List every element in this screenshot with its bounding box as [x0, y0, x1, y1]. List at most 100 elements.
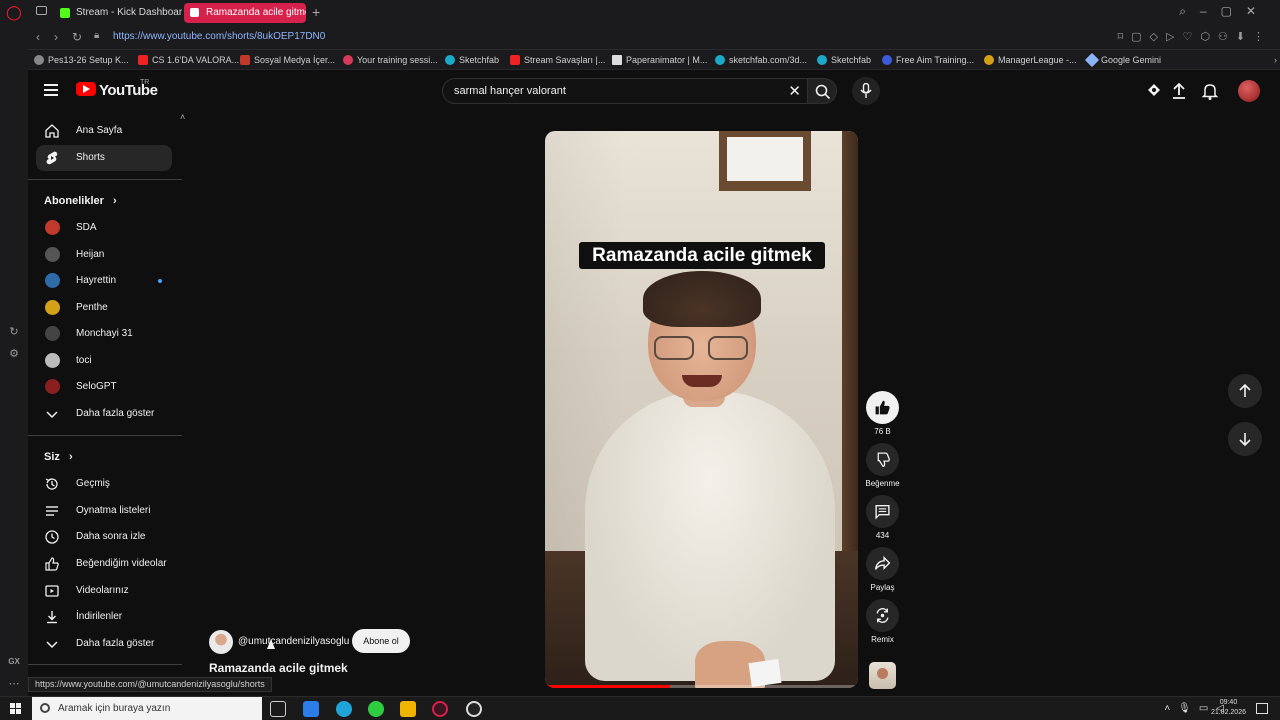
dislike-label: Beğenme: [865, 479, 900, 488]
chevron-right-icon: ›: [68, 451, 73, 463]
channel-handle[interactable]: @umutcandenizilyasoglu: [238, 636, 349, 647]
bookmark-item[interactable]: Paperanimator | M...: [612, 53, 707, 67]
next-short-button[interactable]: [1228, 422, 1262, 456]
remix-icon: [876, 608, 889, 623]
channel-avatar: [45, 273, 60, 288]
sketchfab-icon: [817, 55, 827, 65]
opera-gx-icon[interactable]: [432, 701, 448, 717]
bookmarks-overflow-icon[interactable]: ›: [1260, 53, 1277, 67]
reload-icon[interactable]: ↻: [72, 30, 82, 44]
voice-search-button[interactable]: [852, 77, 880, 105]
sidebar-show-more-you[interactable]: Daha fazla göster: [36, 631, 172, 657]
create-icon[interactable]: [1144, 81, 1164, 101]
remix-button[interactable]: [866, 599, 899, 632]
edge-icon[interactable]: [336, 701, 352, 717]
account-avatar[interactable]: [1238, 80, 1260, 102]
bookmark-item[interactable]: Sketchfab: [445, 53, 499, 67]
clock[interactable]: 09:40 21.02.2026: [1211, 698, 1246, 718]
dislike-button[interactable]: [866, 443, 899, 476]
bookmark-item[interactable]: Pes13-26 Setup K...: [34, 53, 129, 67]
sidebar-item-subscription[interactable]: Monchayi 31: [36, 321, 172, 347]
shorts-video-player[interactable]: Ramazanda acile gitmek: [545, 131, 858, 688]
sidebar-item-subscription[interactable]: SeloGPT: [36, 374, 172, 400]
sidebar-item-your-videos[interactable]: Videolarınız: [36, 578, 172, 604]
bookmark-item[interactable]: Stream Savaşları |...: [510, 53, 605, 67]
channel-avatar: [45, 326, 60, 341]
notifications-center-icon[interactable]: [1256, 703, 1268, 714]
sidebar-item-subscription[interactable]: Heijan: [36, 242, 172, 268]
bookmark-item[interactable]: Sketchfab: [817, 53, 871, 67]
opera-logo-icon[interactable]: ◯: [6, 4, 22, 20]
extensions-rail-icon[interactable]: ⚙: [6, 346, 22, 362]
bookmark-item[interactable]: Sosyal Medya İçer...: [240, 53, 335, 67]
sidebar-item-subscription[interactable]: SDA: [36, 215, 172, 241]
clear-search-icon[interactable]: ✕: [788, 82, 801, 100]
sidebar-item-subscription[interactable]: Penthe: [36, 295, 172, 321]
subscribe-button[interactable]: Abone ol: [352, 629, 410, 653]
previous-short-button[interactable]: [1228, 374, 1262, 408]
sidebar-item-subscription[interactable]: toci: [36, 348, 172, 374]
sidebar-item-home[interactable]: Ana Sayfa: [36, 118, 172, 144]
clock-icon: [45, 530, 59, 544]
comments-button[interactable]: [866, 495, 899, 528]
comments-action[interactable]: 434: [866, 495, 899, 540]
dislike-action[interactable]: Beğenme: [865, 443, 900, 488]
workspaces-icon[interactable]: [36, 6, 47, 15]
menu-icon[interactable]: [44, 84, 58, 96]
sidebar-item-downloads[interactable]: İndirilenler: [36, 604, 172, 630]
bookmark-item[interactable]: Google Gemini: [1084, 52, 1161, 68]
bookmark-item[interactable]: CS 1.6'DA VALORA...: [138, 53, 239, 67]
comment-count: 434: [875, 531, 890, 540]
history-rail-icon[interactable]: ↻: [6, 324, 22, 340]
more-rail-icon[interactable]: ⋯: [6, 676, 22, 692]
window-controls[interactable]: ⌕–▢✕: [1179, 4, 1270, 19]
sidebar-item-history[interactable]: Geçmiş: [36, 471, 172, 497]
tab-youtube-short[interactable]: Ramazanda acile gitme: [184, 3, 306, 23]
share-action[interactable]: Paylaş: [866, 547, 899, 592]
sidebar-item-liked-videos[interactable]: Beğendiğim videolar: [36, 551, 172, 577]
notifications-icon[interactable]: [1200, 81, 1220, 101]
sidebar-collapse-icon[interactable]: ˄: [180, 112, 185, 122]
new-tab-button[interactable]: +: [312, 4, 320, 20]
arrow-up-icon: [1239, 384, 1251, 397]
bookmark-item[interactable]: Free Aim Training...: [882, 53, 974, 67]
taskbar-search-input[interactable]: Aramak için buraya yazın: [32, 697, 262, 720]
search-button[interactable]: [807, 78, 837, 104]
video-progress-bar[interactable]: [545, 685, 858, 688]
forward-icon[interactable]: ›: [54, 30, 58, 44]
mic-icon: [860, 83, 872, 98]
bookmark-item[interactable]: sketchfab.com/3d...: [715, 53, 807, 67]
sidebar-item-watch-later[interactable]: Daha sonra izle: [36, 524, 172, 550]
bookmark-item[interactable]: ManagerLeague -...: [984, 53, 1077, 67]
store-icon[interactable]: [400, 701, 416, 717]
youtube-logo-icon[interactable]: [76, 82, 96, 96]
bookmark-item[interactable]: Your training sessi...: [343, 53, 438, 67]
app-icon[interactable]: [466, 701, 482, 717]
share-button[interactable]: [866, 547, 899, 580]
you-heading[interactable]: Siz ›: [44, 451, 73, 463]
url-field[interactable]: https://www.youtube.com/shorts/8ukOEP17D…: [113, 31, 325, 42]
sidebar-show-more[interactable]: Daha fazla göster: [36, 401, 172, 427]
app-icon[interactable]: [303, 701, 319, 717]
search-input[interactable]: sarmal hançer valorant ✕: [442, 78, 808, 104]
remix-action[interactable]: Remix: [866, 599, 899, 644]
task-view-icon[interactable]: [270, 701, 286, 717]
like-button[interactable]: [866, 391, 899, 424]
sidebar-item-playlists[interactable]: Oynatma listeleri: [36, 498, 172, 524]
status-bar-url: https://www.youtube.com/@umutcandenizily…: [28, 677, 272, 692]
address-bar-actions[interactable]: ⌑▢◇▷♡⬡⚇⬇⋮: [1118, 30, 1273, 43]
upload-icon[interactable]: [1169, 81, 1189, 101]
sidebar-item-subscription[interactable]: Hayrettin: [36, 268, 172, 294]
sidebar-item-shorts[interactable]: Shorts: [36, 145, 172, 171]
audio-thumbnail[interactable]: [869, 662, 896, 689]
channel-avatar[interactable]: [209, 630, 233, 654]
like-action[interactable]: 76 B: [866, 391, 899, 436]
windows-start-icon[interactable]: [10, 703, 22, 715]
short-title[interactable]: Ramazanda acile gitmek: [209, 661, 348, 675]
subscriptions-heading[interactable]: Abonelikler ›: [44, 195, 117, 207]
tab-kick-dashboard[interactable]: Stream - Kick Dashboard: [54, 3, 182, 23]
divider: [28, 435, 182, 436]
youtube-bookmark-icon: [138, 55, 148, 65]
back-icon[interactable]: ‹: [36, 30, 40, 44]
app-icon[interactable]: [368, 701, 384, 717]
